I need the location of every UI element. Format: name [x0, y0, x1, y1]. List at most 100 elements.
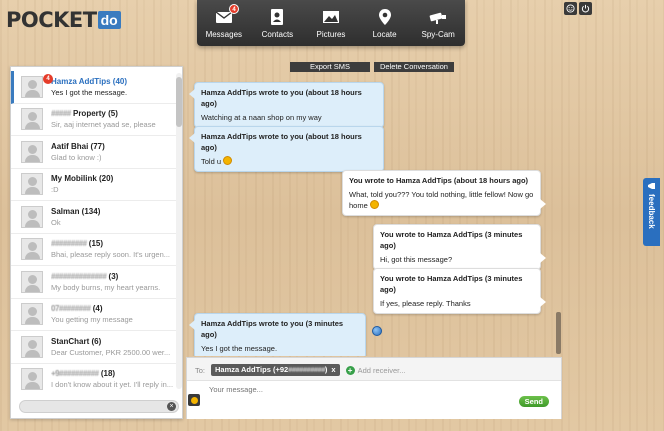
nav-contacts[interactable]: Contacts [251, 0, 305, 46]
logo-text: POCKET [6, 8, 97, 32]
contact-item-salman[interactable]: Salman (134) Ok [11, 201, 176, 234]
message-input-area: Send [187, 380, 561, 419]
feedback-tab[interactable]: feedback [643, 178, 660, 246]
contact-name: Salman (134) [51, 206, 101, 216]
location-pin-icon [378, 9, 391, 25]
nav-spycam-label: Spy-Cam [421, 30, 455, 39]
emoji-button[interactable] [188, 394, 200, 406]
top-navigation: 4 Messages Contacts Pictures Locate Spy-… [197, 0, 465, 46]
message-header: You wrote to Hamza AddTips (3 minutes ag… [380, 230, 523, 250]
contact-preview: I don't know about it yet. I'll reply in… [51, 380, 174, 390]
conversation-scrollbar[interactable] [556, 312, 561, 354]
message-bubble-incoming: Hamza AddTips wrote to you (3 minutes ag… [189, 313, 366, 356]
messages-badge: 4 [229, 4, 239, 14]
contact-item-aatif[interactable]: Aatif Bhai (77) Glad to know :) [11, 136, 176, 169]
contact-item-redacted-15[interactable]: ######### (15) Bhai, please reply soon. … [11, 234, 176, 266]
contact-preview: Yes I got the message. [51, 87, 128, 97]
contact-item-hamza[interactable]: 4 Hamza AddTips (40) Yes I got the messa… [11, 71, 176, 104]
contact-preview: My body burns, my heart yearns. [51, 282, 161, 292]
add-receiver-link[interactable]: Add receiver... [358, 366, 406, 375]
message-body: Hi, got this message? [380, 255, 453, 264]
message-header: Hamza AddTips wrote to you (about 18 hou… [201, 88, 362, 108]
avatar [21, 368, 43, 391]
contact-name: +9########## (18) [51, 369, 116, 379]
contact-item-redacted-4[interactable]: 07######## (4) You getting my message [11, 299, 176, 331]
nav-pictures-label: Pictures [316, 30, 346, 39]
add-receiver-icon[interactable]: + [345, 365, 355, 375]
contact-preview: Dear Customer, PKR 2500.00 wer... [51, 347, 171, 357]
emoji-icon [190, 396, 198, 404]
avatar [21, 335, 43, 358]
contact-name: My Mobilink (20) [51, 174, 114, 184]
avatar [21, 303, 43, 326]
contact-preview: Bhai, please reply soon. It's urgen... [51, 250, 171, 260]
scrollbar-thumb[interactable] [176, 77, 182, 127]
message-header: Hamza AddTips wrote to you (about 18 hou… [201, 132, 362, 152]
message-input[interactable] [209, 385, 519, 399]
message-bubble-outgoing: You wrote to Hamza AddTips (3 minutes ag… [373, 268, 546, 314]
contact-item-mobilink[interactable]: My Mobilink (20) :D [11, 169, 176, 201]
remove-recipient-icon[interactable]: x [331, 365, 335, 374]
contact-item-stanchart[interactable]: StanChart (6) Dear Customer, PKR 2500.00… [11, 331, 176, 364]
avatar [21, 270, 43, 293]
contact-item-redacted-3[interactable]: ############## (3) My body burns, my hea… [11, 266, 176, 299]
delete-conversation-button[interactable]: Delete Conversation [374, 62, 454, 72]
nav-messages-label: Messages [205, 30, 243, 39]
redacted-name: ##### [51, 109, 71, 119]
message-body: If yes, please reply. Thanks [380, 299, 471, 308]
nav-spycam[interactable]: Spy-Cam [411, 0, 465, 46]
contact-name: 07######## (4) [51, 304, 103, 314]
contact-name: StanChart (6) [51, 336, 102, 346]
contact-name: ######### (15) [51, 239, 104, 249]
avatar [21, 140, 43, 163]
smiley-icon [566, 4, 575, 13]
conversation-view: Hamza AddTips wrote to you (about 18 hou… [186, 72, 562, 356]
clear-search-icon[interactable]: × [167, 402, 176, 411]
compose-panel: To: Hamza AddTips (+92##########) x + Add… [186, 357, 562, 419]
app-logo: POCKET do [6, 8, 121, 32]
smiley-icon [369, 200, 379, 209]
redacted-name: ######### [51, 239, 87, 249]
message-body: Watching at a naan shop on my way [201, 113, 322, 122]
message-body-wrap: Told u [201, 156, 377, 167]
contact-card-icon [271, 9, 284, 25]
feedback-label: feedback [647, 194, 656, 229]
nav-locate[interactable]: Locate [358, 0, 412, 46]
emoticon-settings-button[interactable] [564, 2, 577, 15]
contact-preview: :D [51, 185, 59, 195]
contact-name: ############## (3) [51, 271, 119, 281]
message-body: Yes I got the message. [201, 344, 278, 353]
pictures-icon [322, 11, 339, 23]
redacted-name: +9########## [51, 369, 99, 379]
recipient-chip[interactable]: Hamza AddTips (+92##########) x [211, 364, 340, 376]
contact-preview: Ok [51, 217, 61, 227]
contacts-panel: 4 Hamza AddTips (40) Yes I got the messa… [10, 66, 183, 419]
camera-icon [429, 12, 447, 24]
power-button[interactable] [579, 2, 592, 15]
avatar [21, 205, 43, 228]
contact-preview: Sir, aaj internet yaad se, please [51, 120, 156, 130]
megaphone-icon [647, 183, 655, 189]
contact-list-scrollbar[interactable] [176, 73, 182, 389]
redacted-name: 07######## [51, 304, 91, 314]
nav-messages[interactable]: 4 Messages [197, 0, 251, 46]
nav-pictures[interactable]: Pictures [304, 0, 358, 46]
contact-preview: You getting my message [51, 315, 133, 325]
redacted-name: ############## [51, 271, 107, 281]
search-input[interactable] [20, 401, 160, 412]
message-bubble-outgoing: You wrote to Hamza AddTips (about 18 hou… [342, 170, 546, 216]
send-button[interactable]: Send [518, 396, 549, 407]
message-body-wrap: What, told you??? You told nothing, litt… [349, 189, 534, 211]
contact-name: ##### Property (5) [51, 109, 118, 119]
message-bubble-incoming: Hamza AddTips wrote to you (about 18 hou… [189, 126, 384, 172]
contact-list: 4 Hamza AddTips (40) Yes I got the messa… [11, 71, 176, 393]
message-body: Told u [201, 157, 222, 166]
contact-preview: Glad to know :) [51, 152, 102, 162]
redacted-number: ########## [288, 365, 325, 374]
contact-item-redacted-18[interactable]: +9########## (18) I don't know about it … [11, 364, 176, 394]
power-icon [581, 4, 590, 13]
contact-item-property[interactable]: ##### Property (5) Sir, aaj internet yaa… [11, 104, 176, 136]
unread-badge: 4 [43, 74, 53, 84]
export-sms-button[interactable]: Export SMS [290, 62, 370, 72]
nav-contacts-label: Contacts [261, 30, 294, 39]
